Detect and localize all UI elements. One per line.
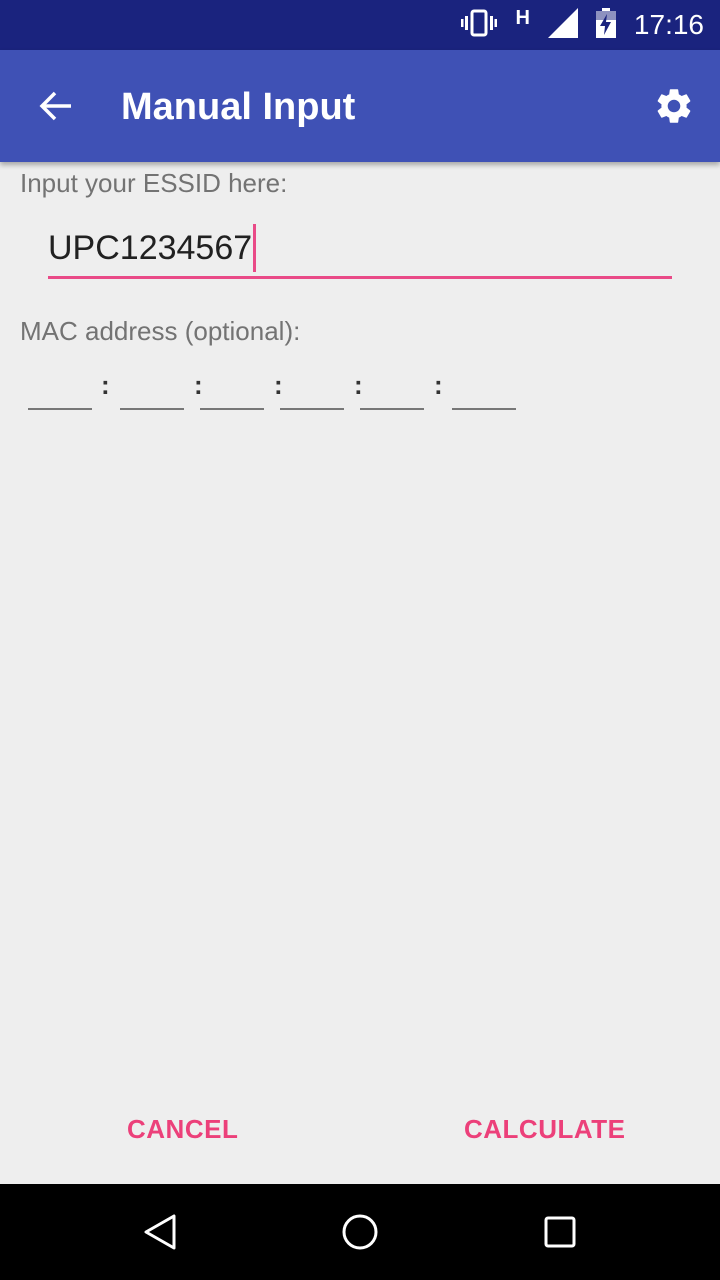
essid-label: Input your ESSID here: bbox=[20, 168, 288, 198]
mac-address-input-group: : : : : : bbox=[28, 370, 528, 410]
page-title: Manual Input bbox=[121, 86, 356, 128]
nav-back-icon[interactable] bbox=[136, 1208, 184, 1256]
gear-icon[interactable] bbox=[650, 82, 698, 130]
mac-separator: : bbox=[434, 370, 443, 400]
mac-segment-4-input[interactable] bbox=[280, 408, 344, 410]
mac-segment-2-input[interactable] bbox=[120, 408, 184, 410]
vibrate-icon bbox=[461, 9, 498, 42]
mac-segment-5-input[interactable] bbox=[360, 408, 424, 410]
system-navigation-bar bbox=[0, 1184, 720, 1280]
mac-separator: : bbox=[354, 370, 363, 400]
essid-input-value[interactable]: UPC1234567 bbox=[48, 224, 252, 276]
mac-separator: : bbox=[274, 370, 283, 400]
mac-separator: : bbox=[194, 370, 203, 400]
essid-input[interactable]: UPC1234567 bbox=[48, 220, 672, 279]
app-bar: Manual Input bbox=[0, 50, 720, 162]
mac-label: MAC address (optional): bbox=[20, 316, 301, 346]
mac-segment-6-input[interactable] bbox=[452, 408, 516, 410]
status-icons: H 17:16 bbox=[461, 0, 704, 50]
nav-recents-icon[interactable] bbox=[536, 1208, 584, 1256]
nav-home-icon[interactable] bbox=[336, 1208, 384, 1256]
calculate-button[interactable]: CALCULATE bbox=[464, 1104, 625, 1155]
mac-separator: : bbox=[101, 370, 110, 400]
network-type-label: H bbox=[515, 6, 530, 29]
cancel-button[interactable]: CANCEL bbox=[127, 1104, 238, 1155]
text-cursor bbox=[253, 224, 257, 272]
battery-charging-icon bbox=[595, 7, 616, 43]
arrow-back-icon[interactable] bbox=[32, 82, 80, 130]
clock: 17:16 bbox=[633, 9, 704, 40]
signal-icon bbox=[547, 7, 578, 43]
mac-segment-3-input[interactable] bbox=[200, 408, 264, 410]
mac-segment-1-input[interactable] bbox=[28, 408, 92, 410]
status-bar: H 17:16 bbox=[0, 0, 720, 50]
